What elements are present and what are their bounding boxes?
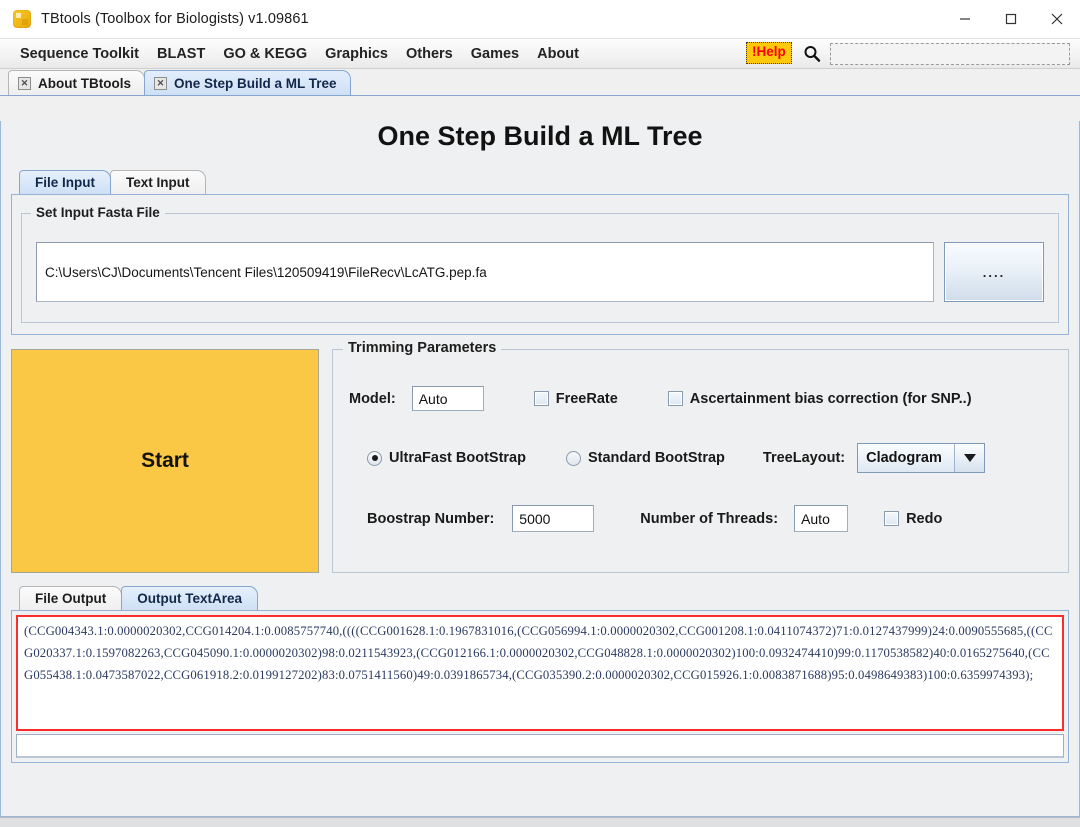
- chevron-down-icon[interactable]: [954, 444, 985, 472]
- maximize-icon[interactable]: [988, 0, 1034, 38]
- tab-one-step-build-a-ml-tree[interactable]: ✕ One Step Build a ML Tree: [143, 70, 351, 95]
- tab-file-output[interactable]: File Output: [19, 586, 123, 610]
- ultrafast-bootstrap-label: UltraFast BootStrap: [389, 450, 526, 466]
- status-bar: [0, 817, 1080, 827]
- model-input[interactable]: Auto: [411, 386, 484, 411]
- tab-label: One Step Build a ML Tree: [173, 75, 337, 91]
- tab-output-textarea[interactable]: Output TextArea: [121, 586, 259, 610]
- tab-file-input[interactable]: File Input: [19, 170, 111, 194]
- output-pane: File Output Output TextArea (CCG004343.1…: [11, 585, 1069, 763]
- bootstrap-number-label: Boostrap Number:: [367, 510, 495, 527]
- treelayout-select[interactable]: Cladogram: [857, 443, 986, 473]
- magnifier-icon[interactable]: [802, 44, 822, 64]
- redo-label: Redo: [906, 510, 943, 527]
- number-of-threads-input[interactable]: Auto: [794, 505, 849, 532]
- menu-item-others[interactable]: Others: [397, 44, 462, 64]
- content-panel: One Step Build a ML Tree File Input Text…: [0, 121, 1080, 817]
- browse-file-button[interactable]: ....: [944, 242, 1044, 302]
- tbtools-logo-icon: [13, 10, 31, 28]
- menu-item-blast[interactable]: BLAST: [148, 44, 214, 64]
- input-tab-strip: File Input Text Input: [11, 169, 1069, 194]
- page-title: One Step Build a ML Tree: [377, 121, 703, 151]
- help-button[interactable]: !Help: [746, 42, 792, 64]
- main-tab-strip: ✕ About TBtools ✕ One Step Build a ML Tr…: [0, 69, 1080, 96]
- number-of-threads-label: Number of Threads:: [640, 510, 779, 527]
- ultrafast-bootstrap-radio[interactable]: [367, 450, 382, 466]
- menu-item-sequence-toolkit[interactable]: Sequence Toolkit: [11, 44, 148, 64]
- middle-row: Start Trimming Parameters Model: Auto Fr…: [11, 340, 1069, 573]
- close-icon[interactable]: ✕: [153, 76, 167, 90]
- group-title: Trimming Parameters: [343, 340, 502, 356]
- tab-label: About TBtools: [38, 75, 131, 91]
- input-pane-body: Set Input Fasta File C:\Users\CJ\Documen…: [11, 194, 1069, 335]
- params-row-bootstrap-number: Boostrap Number: 5000 Number of Threads:…: [349, 505, 1052, 532]
- start-button[interactable]: Start: [11, 349, 319, 573]
- redo-checkbox[interactable]: [884, 511, 900, 526]
- close-icon[interactable]: [1034, 0, 1080, 38]
- input-pane: File Input Text Input Set Input Fasta Fi…: [11, 169, 1069, 335]
- menu-item-go-kegg[interactable]: GO & KEGG: [214, 44, 316, 64]
- bootstrap-number-input[interactable]: 5000: [512, 505, 595, 532]
- search-input[interactable]: [830, 43, 1070, 65]
- treelayout-value: Cladogram: [866, 450, 942, 466]
- title-bar: TBtools (Toolbox for Biologists) v1.0986…: [0, 0, 1080, 39]
- window-controls: [942, 0, 1080, 38]
- tab-about-tbtools[interactable]: ✕ About TBtools: [8, 70, 145, 95]
- freerate-checkbox[interactable]: [533, 391, 549, 406]
- output-status-field: [16, 734, 1064, 758]
- output-pane-body: (CCG004343.1:0.0000020302,CCG014204.1:0.…: [11, 610, 1069, 763]
- tab-text-input[interactable]: Text Input: [110, 170, 206, 194]
- window-title: TBtools (Toolbox for Biologists) v1.0986…: [41, 11, 309, 27]
- fasta-file-input[interactable]: C:\Users\CJ\Documents\Tencent Files\1205…: [36, 242, 934, 302]
- freerate-label: FreeRate: [555, 390, 618, 407]
- treelayout-label: TreeLayout:: [762, 450, 846, 466]
- menu-bar: Sequence Toolkit BLAST GO & KEGG Graphic…: [0, 39, 1080, 69]
- model-label: Model:: [349, 390, 396, 407]
- output-tab-strip: File Output Output TextArea: [11, 585, 1069, 610]
- ascertainment-bias-label: Ascertainment bias correction (for SNP..…: [689, 390, 972, 407]
- standard-bootstrap-label: Standard BootStrap: [587, 450, 725, 466]
- menu-item-games[interactable]: Games: [462, 44, 528, 64]
- standard-bootstrap-radio[interactable]: [565, 450, 581, 466]
- set-input-fasta-file-group: Set Input Fasta File C:\Users\CJ\Documen…: [21, 205, 1059, 323]
- group-title: Set Input Fasta File: [31, 205, 165, 220]
- close-icon[interactable]: ✕: [18, 76, 31, 90]
- menu-item-graphics[interactable]: Graphics: [316, 44, 397, 64]
- params-row-bootstrap-type: UltraFast BootStrap Standard BootStrap T…: [349, 443, 1052, 473]
- file-row: C:\Users\CJ\Documents\Tencent Files\1205…: [34, 234, 1046, 308]
- trimming-parameters-group: Trimming Parameters Model: Auto FreeRate…: [332, 340, 1069, 573]
- ascertainment-bias-checkbox[interactable]: [667, 391, 683, 406]
- minimize-icon[interactable]: [942, 0, 988, 38]
- params-row-model: Model: Auto FreeRate Ascertainment bias …: [349, 386, 1052, 411]
- output-textarea[interactable]: (CCG004343.1:0.0000020302,CCG014204.1:0.…: [16, 615, 1064, 731]
- menu-item-about[interactable]: About: [528, 44, 588, 64]
